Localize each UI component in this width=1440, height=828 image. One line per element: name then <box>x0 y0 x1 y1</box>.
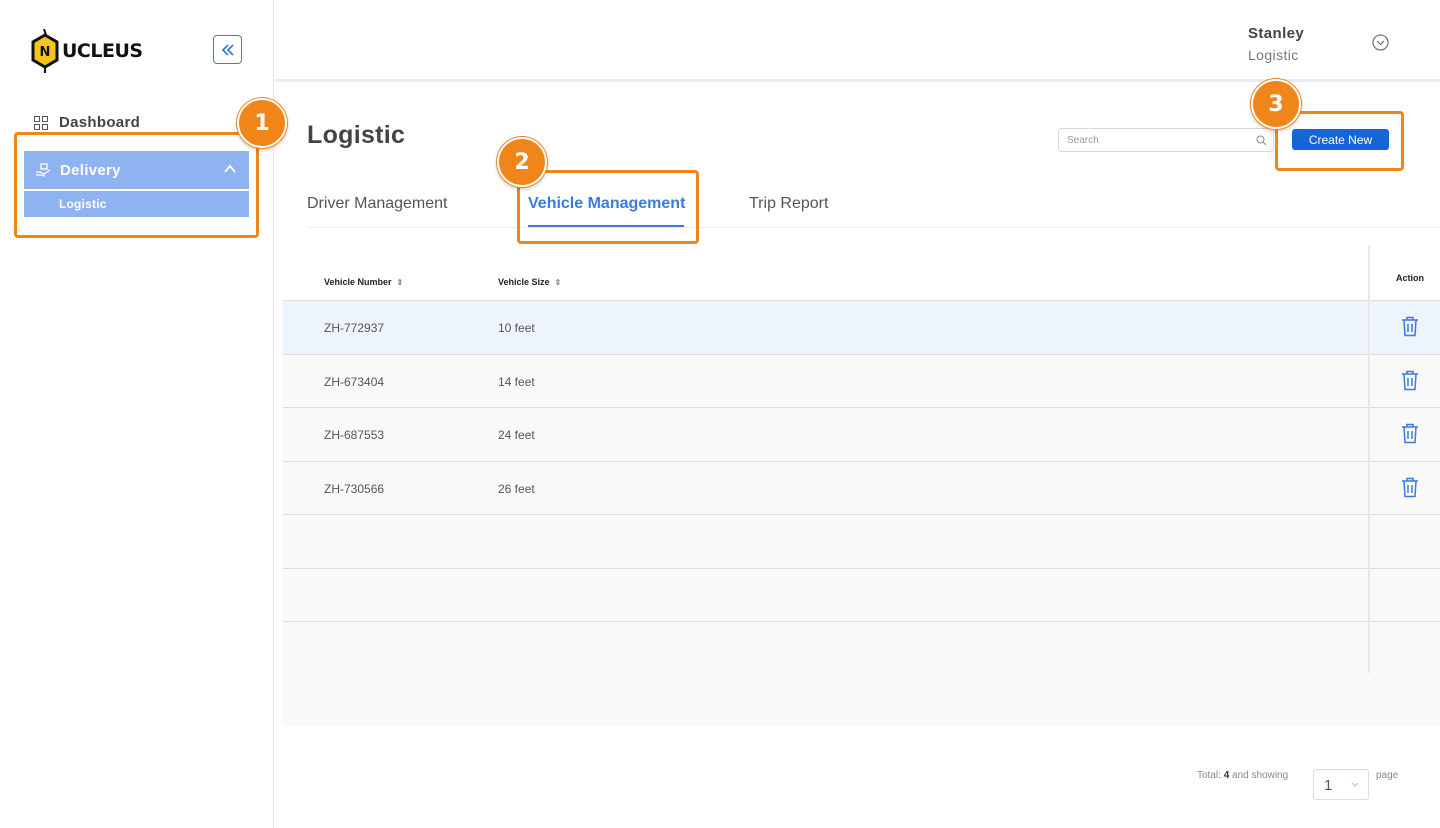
annotation-badge-3: 3 <box>1251 79 1301 129</box>
nucleus-logo[interactable]: N UCLEUS <box>30 28 143 74</box>
dashboard-grid-icon <box>34 115 48 130</box>
table-row[interactable]: ZH-687553 24 feet <box>283 408 1440 462</box>
page-select-value: 1 <box>1324 777 1333 794</box>
vehicle-size-cell: 26 feet <box>498 481 535 496</box>
sidebar: N UCLEUS Dashboard Delivery Logistic <box>0 0 274 828</box>
logo-icon: N <box>31 29 59 73</box>
column-header-vehicle-size[interactable]: Vehicle Size ⇕ <box>498 277 561 287</box>
page-select[interactable]: 1 <box>1313 769 1369 800</box>
chevron-down-icon <box>1351 782 1359 787</box>
svg-text:N: N <box>40 45 51 60</box>
trash-icon[interactable] <box>1401 477 1419 498</box>
user-name: Stanley <box>1248 25 1305 42</box>
logo-text: UCLEUS <box>62 40 143 62</box>
chevron-down-circle-icon[interactable] <box>1372 34 1389 51</box>
vehicle-number-cell: ZH-687553 <box>324 428 385 442</box>
search-box <box>1058 128 1274 152</box>
tab-bar: Driver Management Vehicle Management Tri… <box>307 182 1440 228</box>
annotation-box-2 <box>517 170 699 244</box>
vehicle-number-cell: ZH-730566 <box>324 481 385 496</box>
page-suffix: page <box>1376 770 1399 781</box>
sidebar-item-label: Dashboard <box>59 114 141 131</box>
search-icon[interactable] <box>1256 135 1267 146</box>
tab-trip-report[interactable]: Trip Report <box>749 195 828 213</box>
vehicle-size-cell: 24 feet <box>498 428 535 442</box>
double-chevron-left-icon <box>221 43 234 56</box>
vehicle-size-cell: 14 feet <box>498 374 535 389</box>
table-row[interactable]: ZH-772937 10 feet <box>283 301 1440 355</box>
table-body: ZH-772937 10 feet ZH-673404 14 feet ZH-68755… <box>283 301 1440 676</box>
collapse-sidebar-button[interactable] <box>213 35 242 64</box>
empty-table-row <box>283 622 1440 676</box>
trash-icon[interactable] <box>1401 423 1419 444</box>
column-header-action: Action <box>1396 273 1424 283</box>
app-root: N UCLEUS Dashboard Delivery Logistic Sta… <box>0 0 1440 828</box>
sort-icon[interactable]: ⇕ <box>555 278 562 287</box>
table-header: Vehicle Number ⇕ Vehicle Size ⇕ Action <box>283 245 1440 301</box>
top-bar: Stanley Logistic <box>275 0 1440 82</box>
action-column-divider <box>1368 245 1370 673</box>
user-role: Logistic <box>1248 47 1299 63</box>
empty-table-row <box>283 515 1440 569</box>
empty-table-row <box>283 568 1440 622</box>
table-row[interactable]: ZH-730566 26 feet <box>283 461 1440 515</box>
vehicle-table: Vehicle Number ⇕ Vehicle Size ⇕ Action ZH-… <box>283 245 1440 676</box>
total-count: 4 <box>1223 770 1230 781</box>
sort-icon[interactable]: ⇕ <box>397 278 404 287</box>
table-footer <box>283 675 1440 726</box>
search-input[interactable] <box>1067 134 1247 146</box>
vehicle-size-cell: 10 feet <box>498 321 535 335</box>
tab-driver-management[interactable]: Driver Management <box>307 195 448 213</box>
trash-icon[interactable] <box>1401 370 1419 391</box>
table-row[interactable]: ZH-673404 14 feet <box>283 354 1440 408</box>
annotation-box-1 <box>14 132 259 238</box>
trash-icon[interactable] <box>1401 316 1419 337</box>
sidebar-item-dashboard[interactable]: Dashboard <box>34 114 140 131</box>
vehicle-number-cell: ZH-772937 <box>324 321 385 335</box>
vehicle-number-cell: ZH-673404 <box>324 374 385 389</box>
annotation-badge-2: 2 <box>497 137 547 187</box>
column-header-vehicle-number[interactable]: Vehicle Number ⇕ <box>324 277 403 287</box>
pagination-summary: Total: 4 and showing <box>1197 770 1289 781</box>
annotation-badge-1: 1 <box>237 98 287 148</box>
page-title: Logistic <box>307 121 406 149</box>
